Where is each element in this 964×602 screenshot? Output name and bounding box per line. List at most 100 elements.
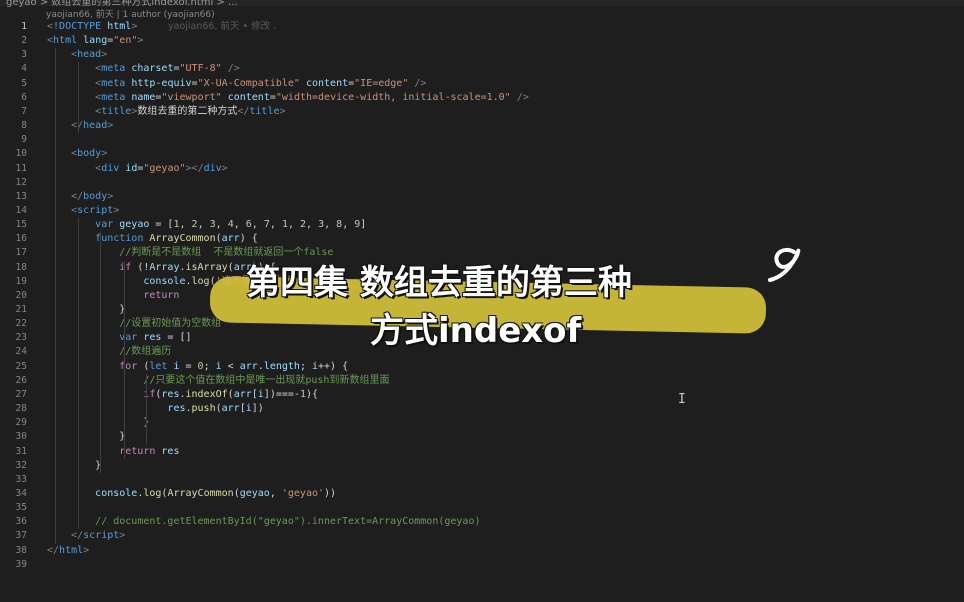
line-number: 4 [21,63,27,75]
code-line[interactable]: 33 [0,473,964,487]
line-number: 6 [21,91,27,103]
code-text[interactable]: </script> [47,529,125,543]
line-number: 26 [15,374,27,386]
code-line[interactable]: 36 // document.getElementById("geyao").i… [0,515,964,529]
code-text[interactable]: <meta http-equiv="X-UA-Compatible" conte… [47,77,426,91]
code-line[interactable]: 6 <meta name="viewport" content="width=d… [0,91,964,105]
line-number: 8 [21,120,27,132]
code-line[interactable]: 28 res.push(arr[i]) [0,402,964,416]
code-line[interactable]: 16 function ArrayCommon(arr) { [0,232,964,246]
code-line[interactable]: 13 </body> [0,190,964,204]
code-text[interactable]: return [47,289,179,303]
code-line[interactable]: 1 <!DOCTYPE html> yaojian66, 前天 • 修改 . [0,20,964,34]
code-text[interactable]: for (let i = 0; i < arr.length; i++) { [47,360,348,374]
code-line[interactable]: 9 [0,133,964,147]
code-text[interactable]: <title>数组去重的第二种方式</title> [47,105,285,119]
code-text[interactable]: if (!Array.isArray(arr)) { [47,261,276,275]
codelens-blame-header[interactable]: yaojian66, 前天 | 1 author (yaojian66) [46,7,215,20]
code-line[interactable]: 35 [0,501,964,515]
code-line[interactable]: 7 <title>数组去重的第二种方式</title> [0,105,964,119]
code-line[interactable]: 25 for (let i = 0; i < arr.length; i++) … [0,360,964,374]
code-text[interactable]: <meta charset="UTF-8" /> [47,62,240,76]
code-text[interactable]: return res [47,445,179,459]
code-text[interactable]: var geyao = [1, 2, 3, 4, 6, 7, 1, 2, 3, … [47,218,366,232]
overlay-title-line-1: 第四集 数组去重的第三种 [246,263,632,303]
code-text[interactable]: console.log(ArrayCommon(geyao, 'geyao')) [47,487,336,501]
line-number: 17 [15,247,27,259]
code-line[interactable]: 14 <script> [0,204,964,218]
code-line[interactable]: 27 if(res.indexOf(arr[i])===-1){ [0,388,964,402]
code-text[interactable]: </head> [47,119,113,133]
line-number: 19 [15,275,27,287]
code-text[interactable]: </body> [47,190,113,204]
line-number: 18 [15,261,27,273]
code-text[interactable]: res.push(arr[i]) [47,402,263,416]
code-text[interactable]: } [47,416,149,430]
line-number: 15 [15,219,27,231]
line-number: 31 [15,445,27,457]
line-number: 20 [15,289,27,301]
code-line[interactable]: 3 <head> [0,48,964,62]
line-number: 3 [21,49,27,61]
line-number: 38 [15,544,27,556]
code-line[interactable]: 5 <meta http-equiv="X-UA-Compatible" con… [0,77,964,91]
scribble-icon [768,247,801,282]
code-line[interactable]: 34 console.log(ArrayCommon(geyao, 'geyao… [0,487,964,501]
code-text[interactable]: <div id="geyao"></div> [47,162,228,176]
line-number: 29 [15,417,27,429]
line-number: 30 [15,431,27,443]
line-number: 24 [15,346,27,358]
code-text[interactable]: if(res.indexOf(arr[i])===-1){ [47,388,318,402]
code-line[interactable]: 10 <body> [0,147,964,161]
code-text[interactable]: <script> [47,204,119,218]
code-line[interactable]: 39 [0,558,964,572]
code-line[interactable]: 30 } [0,430,964,444]
line-number: 11 [15,162,27,174]
code-text[interactable]: //数组遍历 [47,345,171,359]
code-text[interactable]: <!DOCTYPE html> [47,20,137,34]
line-number: 37 [15,530,27,542]
code-line[interactable]: 4 <meta charset="UTF-8" /> [0,62,964,76]
line-number: 21 [15,304,27,315]
line-number: 34 [15,487,27,499]
indent-guide [100,232,101,473]
code-text[interactable]: } [47,430,125,444]
line-number: 9 [21,134,27,146]
code-line[interactable]: 12 [0,176,964,190]
indent-guide [78,62,79,134]
code-line[interactable]: 2 <html lang="en"> [0,34,964,48]
indent-guide [146,373,147,445]
line-number: 32 [15,459,27,471]
line-number: 33 [15,473,27,485]
code-line[interactable]: 31 return res [0,445,964,459]
code-text[interactable]: <html lang="en"> [47,34,143,48]
code-line[interactable]: 38 </html> [0,544,964,558]
line-number: 25 [15,360,27,372]
line-number: 27 [15,388,27,400]
code-text[interactable]: </html> [47,544,89,558]
code-line[interactable]: 32 } [0,459,964,473]
code-text[interactable]: } [47,303,125,317]
code-text[interactable]: <meta name="viewport" content="width=dev… [47,91,529,105]
code-text[interactable]: // document.getElementById("geyao").inne… [47,515,480,529]
line-number: 1 [21,21,27,32]
line-number: 7 [21,105,27,117]
line-number: 13 [15,190,27,202]
code-text[interactable]: //设置初始值为空数组 [47,317,221,331]
code-line[interactable]: 11 <div id="geyao"></div> [0,162,964,176]
code-text[interactable]: <head> [47,48,107,62]
code-line[interactable]: 26 //只要这个值在数组中是唯一出现就push到新数组里面 [0,374,964,388]
code-line[interactable]: 29 } [0,416,964,430]
indent-guide [55,48,56,544]
code-line[interactable]: 8 </head> [0,119,964,133]
code-line[interactable]: 15 var geyao = [1, 2, 3, 4, 6, 7, 1, 2, … [0,218,964,232]
code-text[interactable]: //只要这个值在数组中是唯一出现就push到新数组里面 [47,374,389,388]
code-text[interactable]: <body> [47,147,107,161]
line-number: 36 [15,516,27,528]
line-number: 14 [15,204,27,216]
line-number: 23 [15,332,27,344]
indent-guide [78,218,79,530]
line-number: 12 [15,176,27,188]
code-text[interactable]: var res = [] [47,331,191,345]
code-line[interactable]: 37 </script> [0,529,964,543]
